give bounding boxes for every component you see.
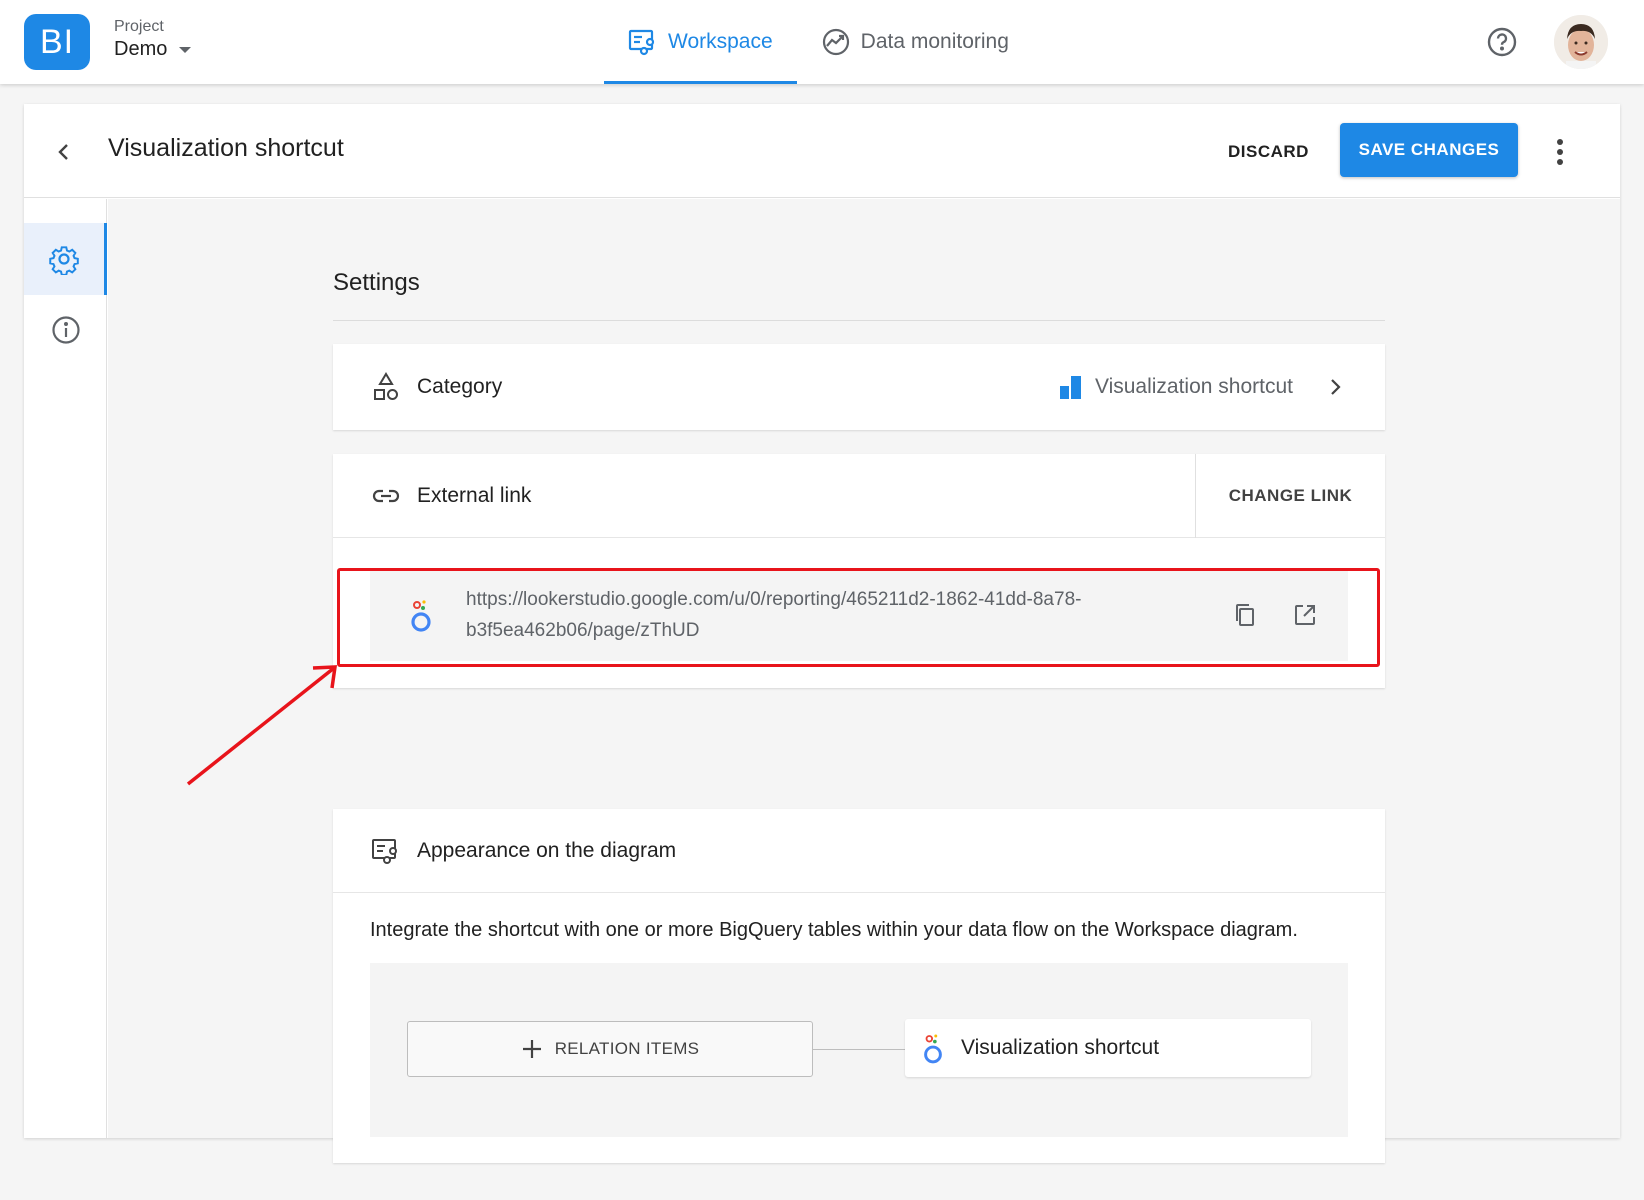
tab-data-monitoring-label: Data monitoring [860,30,1009,53]
monitoring-icon [822,28,849,56]
tab-data-monitoring[interactable]: Data monitoring [797,0,1033,84]
main-tabs: Workspace Data monitoring [604,0,1033,84]
external-link-panel: External link CHANGE LINK https://looker… [333,454,1385,688]
help-icon[interactable] [1486,26,1518,58]
external-link-header: External link CHANGE LINK [333,454,1385,538]
tab-workspace-label: Workspace [668,30,773,53]
external-url-text[interactable]: https://lookerstudio.google.com/u/0/repo… [466,584,1186,646]
settings-heading: Settings [333,269,420,296]
looker-studio-icon [924,1034,942,1064]
editor-card: Visualization shortcut DISCARD SAVE CHAN… [24,104,1620,1163]
rail-item-settings[interactable] [24,223,107,295]
appearance-panel: Appearance on the diagram Integrate the … [333,809,1385,1163]
copy-icon[interactable] [1232,602,1258,628]
page-title: Visualization shortcut [108,134,344,162]
change-link-button[interactable]: CHANGE LINK [1195,454,1385,538]
tab-workspace[interactable]: Workspace [604,0,797,84]
project-label: Project [114,18,164,35]
editor-header: Visualization shortcut DISCARD SAVE CHAN… [24,104,1620,198]
relation-items-button[interactable]: RELATION ITEMS [407,1021,813,1077]
diagram-node-label: Visualization shortcut [961,1036,1160,1059]
url-field: https://lookerstudio.google.com/u/0/repo… [370,569,1348,661]
shapes-icon [371,372,401,402]
project-name: Demo [114,38,168,60]
category-panel[interactable]: Category Visualization shortcut [333,344,1385,430]
appearance-header: Appearance on the diagram [333,809,1385,893]
project-dropdown[interactable]: Demo [114,38,192,61]
plus-icon [522,1040,541,1058]
caret-down-icon [179,46,192,53]
discard-button[interactable]: DISCARD [1214,132,1323,172]
side-rail [24,199,107,1138]
rail-item-info[interactable] [24,294,107,366]
category-value[interactable]: Visualization shortcut [1059,375,1347,399]
top-app-bar: BI Project Demo Workspace Data monitorin… [0,0,1644,84]
link-icon [371,481,401,511]
diagram-node[interactable]: Visualization shortcut [905,1019,1311,1077]
workspace-icon [628,29,655,56]
diagram-icon [371,836,401,866]
appearance-label: Appearance on the diagram [417,838,677,862]
info-icon [51,316,80,344]
more-vertical-icon[interactable] [1554,136,1566,168]
avatar-image [1554,15,1608,69]
chevron-right-icon [1331,379,1341,395]
category-label: Category [417,375,503,398]
diagram-preview: RELATION ITEMS Visualization shortcut [370,963,1348,1137]
category-value-label: Visualization shortcut [1094,375,1293,398]
avatar[interactable] [1554,15,1608,69]
settings-content: Settings Category Visualization shortcut [108,199,1620,1163]
open-in-new-icon[interactable] [1292,602,1318,628]
gear-icon [49,246,79,275]
save-changes-button[interactable]: SAVE CHANGES [1340,123,1518,177]
looker-studio-icon [411,600,431,632]
project-selector[interactable]: Project Demo [114,18,192,61]
divider [333,320,1385,321]
relation-items-label: RELATION ITEMS [554,1039,700,1058]
connector-line [813,1049,905,1050]
appearance-description: Integrate the shortcut with one or more … [370,919,1298,941]
back-chevron-icon[interactable] [52,140,76,164]
app-logo[interactable]: BI [24,14,90,70]
external-link-label: External link [417,483,532,507]
bar-chart-icon [1059,376,1081,399]
